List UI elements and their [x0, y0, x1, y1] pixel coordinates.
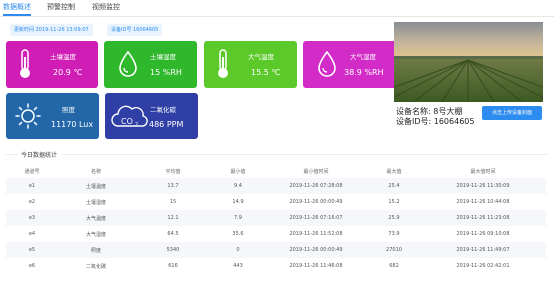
cell-max-time: 2019-11-26 10:44:08 — [456, 199, 510, 205]
cell-name: 大气温度 — [85, 215, 106, 222]
air-temperature-card: 大气温度 15.5 ℃ — [204, 41, 297, 88]
cell-min-time: 2019-11-26 00:00:49 — [289, 247, 343, 253]
cell-channel: e4 — [28, 231, 36, 237]
header-channel: 通道号 — [24, 168, 40, 175]
soil-humidity-card: 土壤湿度 15 %RH — [104, 41, 197, 88]
section-divider — [6, 154, 18, 155]
cell-min-time: 2019-11-26 07:28:08 — [289, 183, 343, 189]
cell-max: 15.2 — [388, 199, 400, 205]
card-name: 大气温度 — [248, 53, 274, 61]
header-average: 平均值 — [165, 168, 181, 175]
table-row: e5 照度 5340 0 2019-11-26 00:00:49 27010 2… — [6, 242, 546, 258]
card-name: 照度 — [62, 106, 75, 114]
cell-min: 9.4 — [234, 183, 242, 189]
device-id-label: 设备ID号: 16064605 — [396, 117, 475, 126]
cell-name: 照度 — [90, 247, 101, 254]
tab-data-overview[interactable]: 数据概述 — [3, 2, 31, 12]
header-name: 名称 — [90, 168, 101, 175]
header-max: 最大值 — [386, 168, 402, 175]
card-value: 486 PPM — [149, 120, 184, 129]
cell-channel: e3 — [28, 215, 36, 221]
section-divider — [62, 154, 548, 155]
svg-text:2: 2 — [135, 122, 138, 128]
table-row: e1 土壤温度 13.7 9.4 2019-11-26 07:28:08 25.… — [6, 178, 546, 194]
active-tab-indicator — [3, 14, 31, 16]
cell-max-time: 2019-11-26 11:49:07 — [456, 247, 510, 253]
air-humidity-card: 大气湿度 38.9 %RH — [303, 41, 397, 88]
table-row: e3 大气温度 12.1 7.9 2019-11-26 07:16:07 25.… — [6, 210, 546, 226]
cell-average: 15 — [169, 199, 177, 205]
co2-card: CO 2 二氧化碳 486 PPM — [105, 93, 198, 139]
table-row: e6 二氧化碳 616 443 2019-11-26 11:46:08 682 … — [6, 258, 546, 274]
header-min-time: 最小值时间 — [303, 168, 329, 175]
cell-channel: e1 — [28, 183, 36, 189]
cell-name: 二氧化碳 — [85, 263, 106, 270]
cell-min-time: 2019-11-26 11:46:08 — [289, 263, 343, 269]
water-drop-icon — [119, 51, 137, 77]
cell-max: 73.9 — [388, 231, 400, 237]
thermometer-icon — [20, 49, 30, 78]
card-value: 11170 Lux — [51, 120, 94, 129]
card-name: 大气湿度 — [350, 53, 376, 61]
cell-min: 443 — [233, 263, 243, 269]
cell-min-time: 2019-11-26 11:52:08 — [289, 231, 343, 237]
cell-max-time: 2019-11-26 11:30:09 — [456, 183, 510, 189]
card-name: 二氧化碳 — [150, 106, 176, 114]
card-name: 土壤温度 — [50, 53, 76, 61]
daily-stats-table: 通道号 名称 平均值 最小值 最小值时间 最大值 最大值时间 e1 土壤温度 1… — [6, 164, 546, 274]
device-cover-image — [394, 22, 543, 102]
header-max-time: 最大值时间 — [470, 168, 496, 175]
sun-icon — [15, 103, 41, 129]
co2-cloud-icon: CO 2 — [111, 105, 148, 128]
cell-channel: e5 — [28, 247, 36, 253]
upload-cover-button[interactable]: 点击上传设备封面 — [482, 106, 542, 120]
cell-min: 0 — [236, 247, 240, 253]
cell-min: 35.6 — [232, 231, 244, 237]
cell-name: 大气湿度 — [85, 231, 106, 238]
cell-min-time: 2019-11-26 00:00:49 — [289, 199, 343, 205]
tab-bar: 数据概述 预警控制 视频监控 — [0, 0, 554, 17]
table-row: e4 大气湿度 64.5 35.6 2019-11-26 11:52:08 73… — [6, 226, 546, 242]
section-title: 今日数据统计 — [21, 152, 58, 159]
cell-channel: e6 — [28, 263, 36, 269]
cell-average: 616 — [168, 263, 178, 269]
cell-max: 682 — [389, 263, 399, 269]
card-value: 15 %RH — [150, 68, 182, 77]
tab-alarm-control[interactable]: 预警控制 — [47, 2, 75, 12]
tab-video-monitor[interactable]: 视频监控 — [92, 2, 120, 12]
cell-name: 土壤湿度 — [85, 199, 106, 206]
cell-max-time: 2019-11-26 11:23:08 — [456, 215, 510, 221]
cell-average: 64.5 — [167, 231, 179, 237]
cell-max: 25.9 — [388, 215, 400, 221]
water-drop-icon — [318, 51, 336, 77]
cell-max: 25.4 — [388, 183, 400, 189]
update-time-chip: 更新时间 2019-11-26 13:09:07 — [10, 24, 93, 36]
card-value: 38.9 %RH — [344, 68, 384, 77]
cell-average: 5340 — [166, 247, 180, 253]
cell-min: 7.9 — [234, 215, 242, 221]
svg-text:CO: CO — [121, 117, 133, 126]
cell-max-time: 2019-11-26 02:42:01 — [456, 263, 510, 269]
cell-average: 13.7 — [167, 183, 179, 189]
table-header-row: 通道号 名称 平均值 最小值 最小值时间 最大值 最大值时间 — [6, 164, 546, 178]
cell-max-time: 2019-11-26 09:10:08 — [456, 231, 510, 237]
device-id-chip: 设备ID号 16064605 — [107, 24, 163, 36]
cell-name: 土壤温度 — [85, 183, 106, 190]
card-value: 20.9 ℃ — [53, 68, 83, 77]
thermometer-icon — [218, 49, 228, 78]
card-name: 土壤湿度 — [150, 53, 176, 61]
illuminance-card: 照度 11170 Lux — [6, 93, 99, 139]
card-value: 15.5 ℃ — [251, 68, 281, 77]
soil-temperature-card: 土壤温度 20.9 ℃ — [6, 41, 98, 88]
cell-min: 14.9 — [232, 199, 244, 205]
cell-average: 12.1 — [167, 215, 179, 221]
header-min: 最小值 — [230, 168, 246, 175]
cell-min-time: 2019-11-26 07:16:07 — [289, 215, 343, 221]
cell-max: 27010 — [386, 247, 402, 253]
table-row: e2 土壤湿度 15 14.9 2019-11-26 00:00:49 15.2… — [6, 194, 546, 210]
cell-channel: e2 — [28, 199, 36, 205]
